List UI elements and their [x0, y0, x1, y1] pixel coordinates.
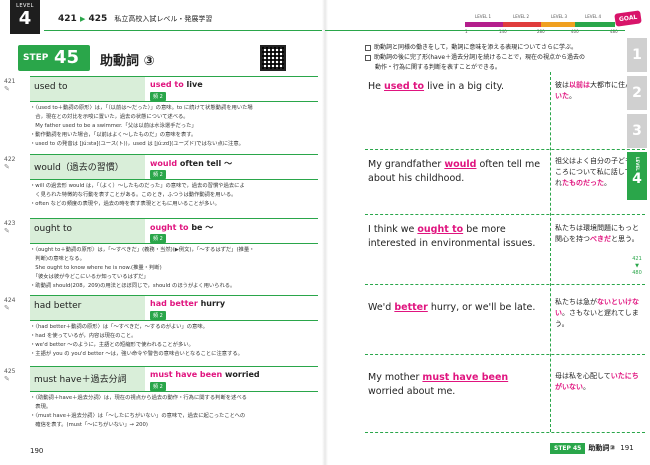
entry-phrase: had better hurry — [150, 299, 226, 308]
check-pen-icon[interactable]: ✎ — [4, 227, 15, 235]
level-side-tabs: 1 2 3 LEVEL 4 — [627, 38, 647, 204]
item-number: 423 ✎ — [4, 220, 16, 235]
explanation: ・〈used to＋動詞の原形〉は，「（以前は～だった）」の意味。to に続けて… — [30, 105, 253, 147]
entry-box: ought to ought to be ～ 頻 2 — [30, 218, 318, 244]
frequency-badge: 頻 2 — [150, 92, 166, 101]
level-1-bar — [465, 22, 503, 27]
footer-step-tag: STEP 45 — [550, 443, 586, 454]
page-footer: STEP 45 助動詞③ 191 — [550, 443, 634, 454]
example-japanese: 母は私を心配していたにちがいない。 — [555, 372, 639, 391]
range-to: 425 — [88, 14, 108, 24]
side-tab-level-1[interactable]: 1 — [627, 38, 647, 72]
entry-term: used to — [30, 77, 145, 101]
example-row: We'd better hurry, or we'll be late. 私たち… — [365, 285, 645, 355]
example-row: He used to live in a big city. 彼は以前は大都市に… — [365, 72, 645, 150]
explanation: ・〈助動詞＋have＋過去分詞〉は，現在の視点から過去の動作・行為に関する判断を… — [30, 395, 247, 428]
entry-term: ought to — [30, 219, 145, 243]
objective-item: 助動詞の後に完了形(have＋過去分詞)を続けることで，現在の視点から過去の — [365, 53, 635, 63]
level-3-bar — [541, 22, 575, 27]
entry-phrase: must have been worried — [150, 370, 260, 379]
level-3-label: LEVEL 3 — [551, 14, 568, 19]
goal-badge: GOAL — [614, 10, 643, 27]
frequency-badge: 頻 2 — [150, 311, 166, 320]
learning-objectives: 助動詞と同様の働きをして，動詞に意味を添える表現についてさらに学ぶ。 助動詞の後… — [365, 43, 635, 73]
entry-phrase: used to live — [150, 80, 203, 89]
side-tab-level-4[interactable]: LEVEL 4 — [627, 152, 647, 200]
explanation: ・will の過去形 would は，「（よく）～したものだった」の意味で，過去… — [30, 183, 245, 207]
step-label: STEP — [23, 53, 49, 63]
entry-phrase: would often tell ～ — [150, 159, 233, 168]
entry-box: must have＋過去分詞 must have been worried 頻 … — [30, 366, 318, 392]
example-english: My grandfather would often tell me about… — [368, 159, 541, 184]
entry-phrase: ought to be ～ — [150, 223, 214, 232]
level-1-label: LEVEL 1 — [475, 14, 492, 19]
explanation: ・〈ought to＋動詞の原形〉は，「～すべきだ」(義務・当然)(▶例文)，「… — [30, 247, 255, 289]
side-tab-level-3[interactable]: 3 — [627, 114, 647, 148]
range-subtitle: 私立高校入試レベル・発展学習 — [114, 15, 213, 23]
item-number: 424 ✎ — [4, 297, 16, 312]
entry-box: would（過去の習慣） would often tell ～ 頻 2 — [30, 154, 318, 180]
entry-box: used to used to live 頻 2 — [30, 76, 318, 102]
range-arrow-icon: ▶ — [79, 15, 86, 23]
example-english: I think we ought to be more interested i… — [368, 224, 536, 249]
example-japanese: 私たちは環境問題にもっと関心を持つべきだと思う。 — [555, 224, 639, 243]
item-range: 421 ▶ 425 私立高校入試レベル・発展学習 — [58, 14, 212, 24]
footer-title: 助動詞③ — [588, 444, 616, 452]
left-page-number: 190 — [30, 447, 44, 455]
level-2-label: LEVEL 2 — [513, 14, 530, 19]
header-rule — [325, 30, 625, 31]
progress-scale: LEVEL 1 LEVEL 2 LEVEL 3 LEVEL 4 1 140 28… — [465, 10, 643, 36]
header-rule — [44, 30, 325, 31]
level-number: 4 — [18, 8, 32, 29]
item-number: 421 ✎ — [4, 78, 16, 93]
example-row: I think we ought to be more interested i… — [365, 215, 645, 285]
item-number: 422 ✎ — [4, 156, 16, 171]
check-pen-icon[interactable]: ✎ — [4, 304, 15, 312]
check-pen-icon[interactable]: ✎ — [4, 85, 15, 93]
frequency-badge: 頻 2 — [150, 382, 166, 391]
level-2-bar — [503, 22, 541, 27]
entry-term: would（過去の習慣） — [30, 155, 145, 179]
step-title: 助動詞 ③ — [100, 54, 155, 69]
right-page: LEVEL 1 LEVEL 2 LEVEL 3 LEVEL 4 1 140 28… — [325, 0, 650, 465]
item-number: 425 ✎ — [4, 368, 16, 383]
frequency-badge: 頻 2 — [150, 234, 166, 243]
level-4-label: LEVEL 4 — [585, 14, 602, 19]
step-tag: STEP 45 — [18, 45, 90, 71]
example-row: My mother must have been worried about m… — [365, 355, 645, 433]
down-arrow-icon: ▼ — [635, 263, 639, 269]
example-english: We'd better hurry, or we'll be late. — [368, 302, 536, 313]
check-pen-icon[interactable]: ✎ — [4, 375, 15, 383]
side-tab-level-2[interactable]: 2 — [627, 76, 647, 110]
level-4-bar — [575, 22, 615, 27]
entry-term: had better — [30, 296, 145, 320]
step-header: STEP 45 助動詞 ③ — [10, 45, 315, 71]
step-number: 45 — [54, 47, 80, 68]
checkbox-icon[interactable] — [365, 44, 371, 51]
level-badge: LEVEL 4 — [10, 0, 40, 34]
entry-box: had better had better hurry 頻 2 — [30, 295, 318, 321]
example-japanese: 私たちは急がないといけない。さもないと遅れてしまう。 — [555, 298, 639, 328]
right-page-number: 191 — [620, 444, 634, 452]
check-pen-icon[interactable]: ✎ — [4, 163, 15, 171]
frequency-badge: 頻 2 — [150, 170, 166, 179]
entry-term: must have＋過去分詞 — [30, 367, 145, 391]
example-row: My grandfather would often tell me about… — [365, 150, 645, 215]
example-english: My mother must have been worried about m… — [368, 372, 509, 397]
side-range: 421 ▼ 480 — [627, 256, 647, 277]
objective-item: 助動詞と同様の働きをして，動詞に意味を添える表現についてさらに学ぶ。 — [365, 43, 635, 53]
checkbox-icon[interactable] — [365, 54, 371, 61]
left-page: LEVEL 4 421 ▶ 425 私立高校入試レベル・発展学習 STEP 45… — [0, 0, 325, 465]
qr-code-icon[interactable] — [260, 45, 286, 71]
explanation: ・〈had better＋動詞の原形〉は「～すべきだ，～するのがよい」の意味。・… — [30, 324, 243, 357]
range-from: 421 — [58, 14, 77, 24]
example-english: He used to live in a big city. — [368, 81, 504, 92]
